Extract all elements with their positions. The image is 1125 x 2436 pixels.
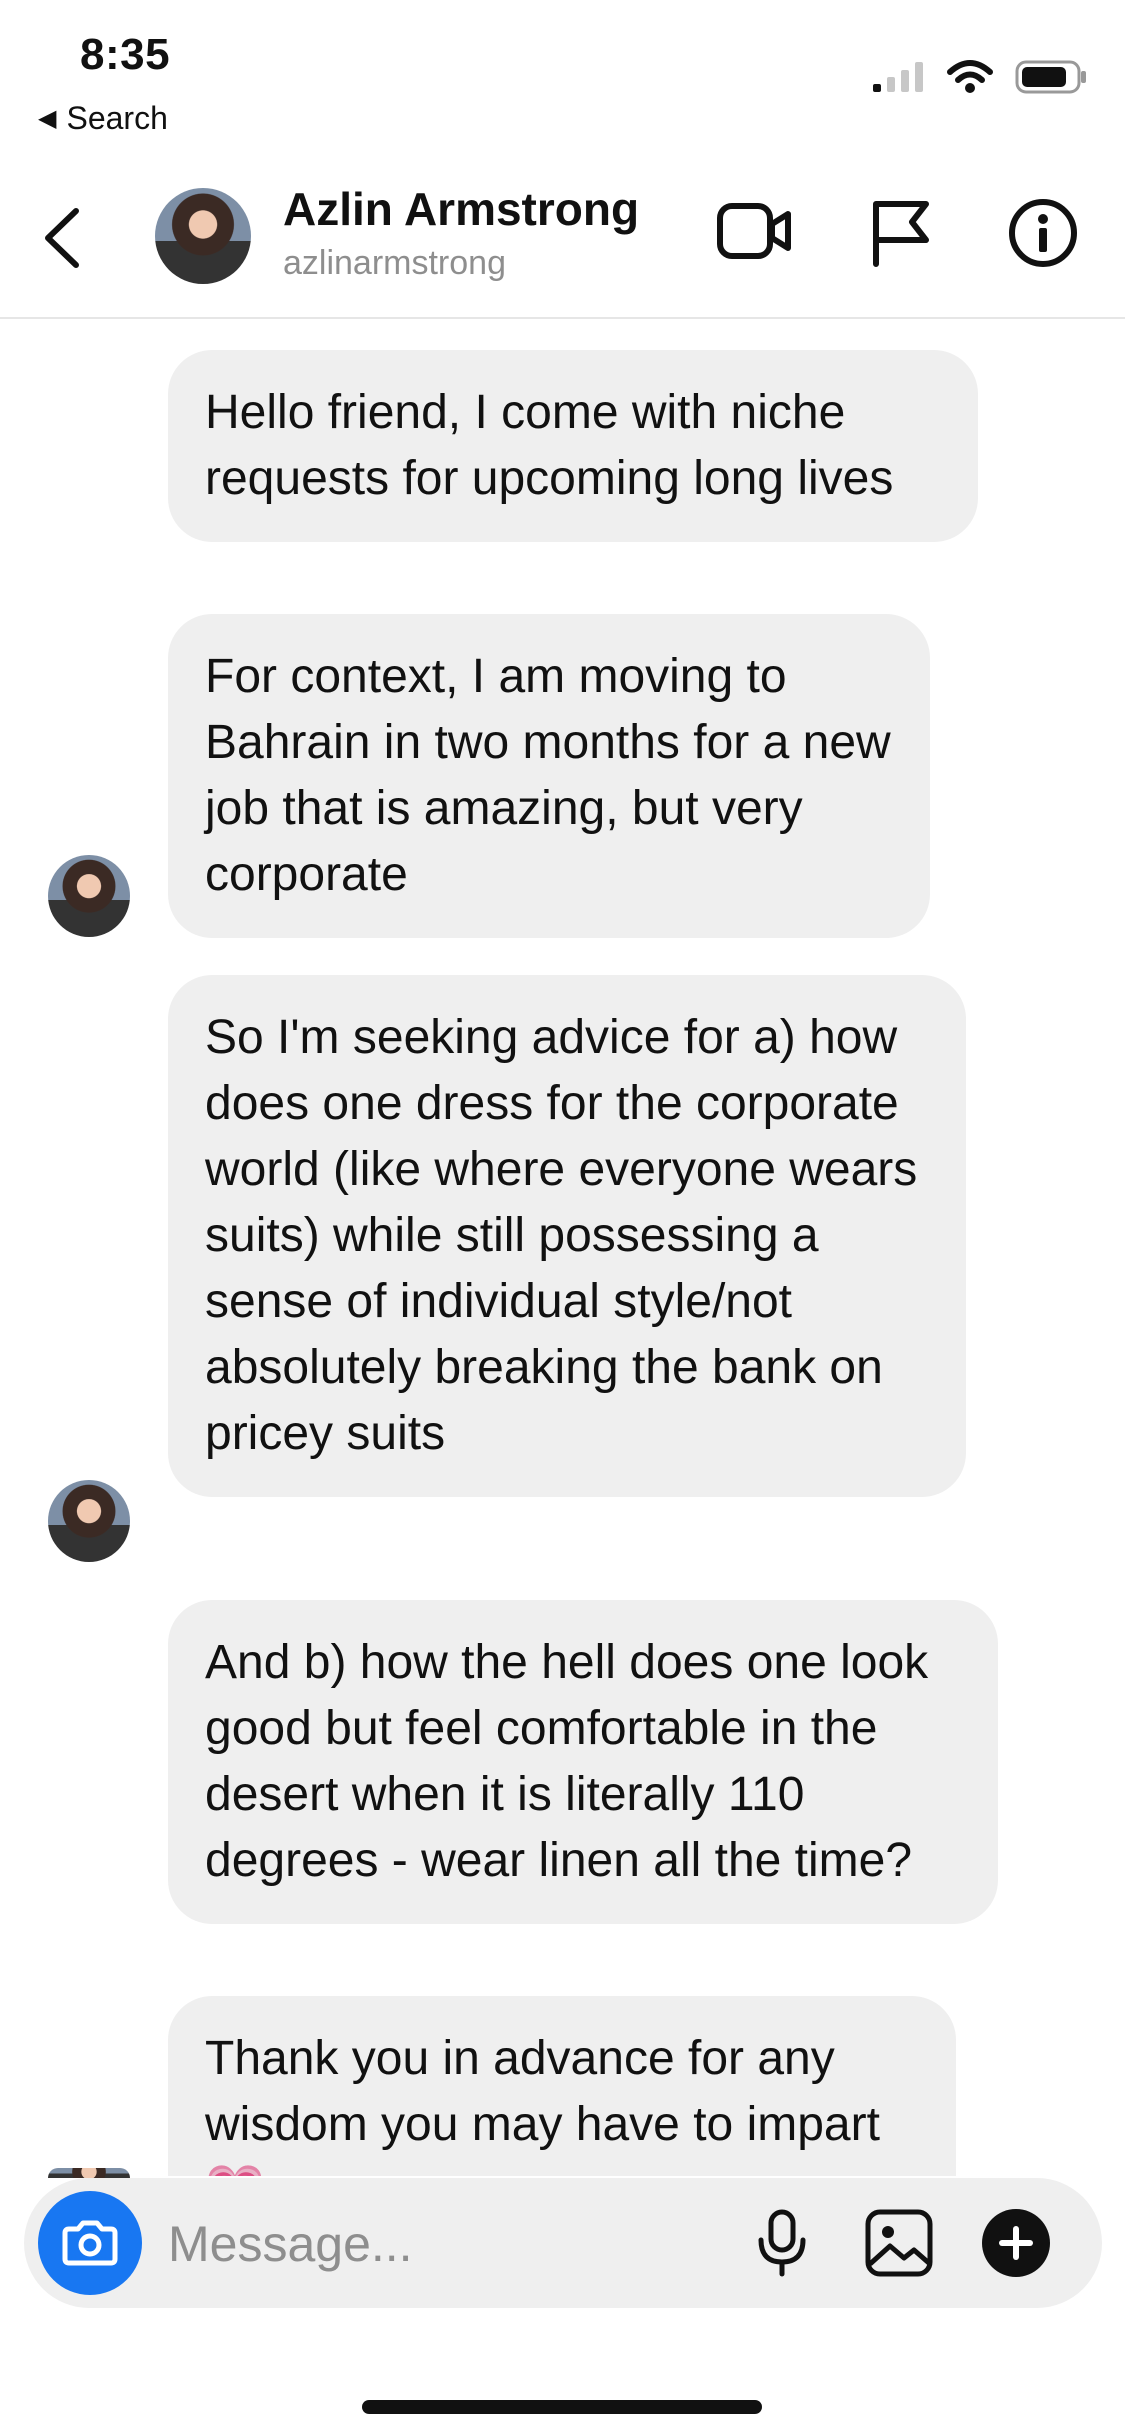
- video-camera-icon[interactable]: [716, 198, 792, 264]
- info-icon[interactable]: [1008, 198, 1078, 268]
- flag-icon[interactable]: [870, 198, 932, 268]
- cellular-signal-icon: [873, 62, 923, 92]
- battery-icon: [1015, 60, 1086, 94]
- status-time: 8:35: [80, 30, 171, 79]
- message-bubble[interactable]: Hello friend, I come with niche requests…: [168, 350, 978, 542]
- back-triangle-icon: ◀: [38, 105, 57, 132]
- back-to-search-link[interactable]: ◀ Search: [38, 100, 168, 137]
- back-to-search-label: Search: [66, 100, 168, 136]
- contact-username[interactable]: azlinarmstrong: [283, 244, 506, 283]
- message-bubble[interactable]: And b) how the hell does one look good b…: [168, 1600, 998, 1924]
- message-bubble[interactable]: Thank you in advance for any wisdom you …: [168, 1996, 956, 2176]
- avatar[interactable]: [48, 2168, 130, 2178]
- avatar[interactable]: [48, 855, 130, 937]
- message-bubble[interactable]: For context, I am moving to Bahrain in t…: [168, 614, 930, 938]
- wifi-icon: [947, 60, 993, 93]
- chat-header: Azlin Armstrong azlinarmstrong: [0, 160, 1125, 319]
- message-bubble[interactable]: So I'm seeking advice for a) how does on…: [168, 975, 966, 1497]
- camera-icon: [62, 2220, 118, 2266]
- message-input[interactable]: [166, 2208, 730, 2280]
- camera-button[interactable]: [38, 2191, 142, 2295]
- avatar[interactable]: [48, 1480, 130, 1562]
- home-indicator[interactable]: [362, 2400, 762, 2414]
- message-composer: [24, 2178, 1102, 2308]
- contact-name[interactable]: Azlin Armstrong: [283, 182, 639, 236]
- avatar[interactable]: [155, 188, 251, 284]
- microphone-icon[interactable]: [754, 2208, 810, 2278]
- gallery-icon[interactable]: [864, 2208, 934, 2278]
- back-chevron-icon[interactable]: [40, 205, 84, 271]
- plus-icon: [999, 2226, 1033, 2260]
- status-icons: [873, 60, 1087, 94]
- plus-button[interactable]: [982, 2209, 1050, 2277]
